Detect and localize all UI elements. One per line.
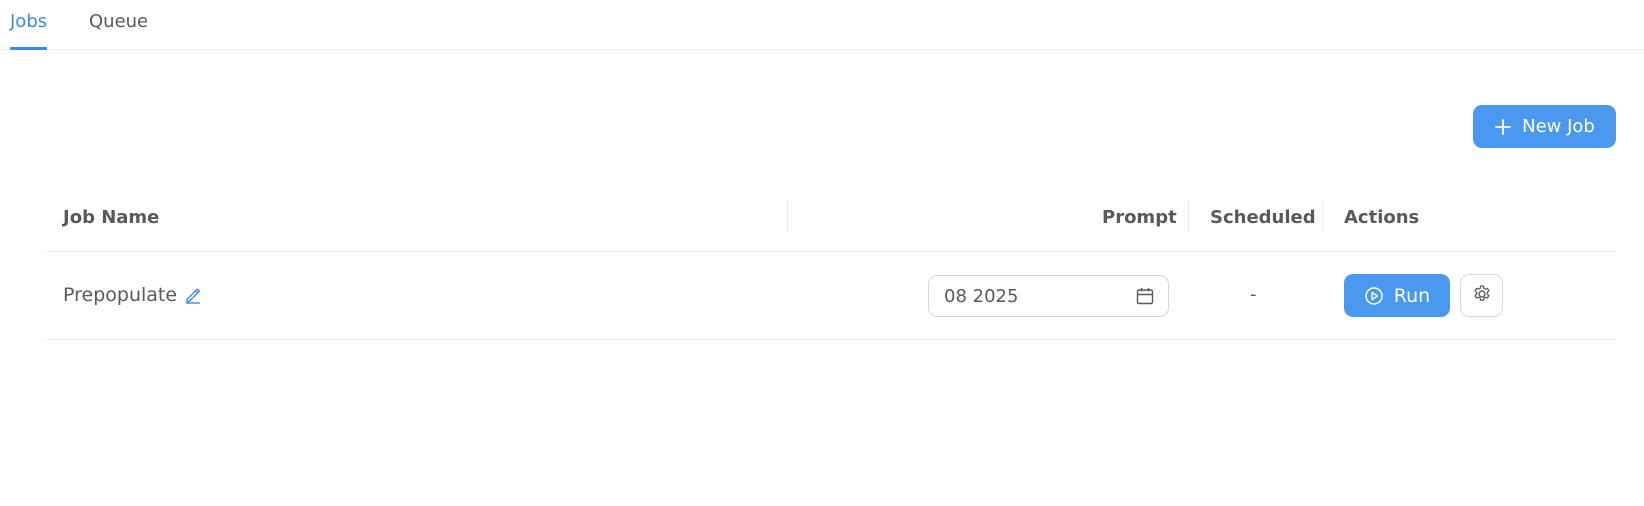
column-separator	[1188, 200, 1189, 232]
column-separator	[787, 200, 788, 232]
pencil-icon[interactable]	[184, 286, 202, 304]
column-header-prompt: Prompt	[1102, 207, 1177, 228]
column-header-job-name: Job Name	[63, 207, 160, 228]
plus-icon	[1494, 118, 1512, 136]
calendar-icon[interactable]	[1135, 286, 1155, 306]
prompt-date-picker[interactable]	[928, 275, 1169, 317]
active-tab-indicator	[10, 47, 47, 50]
tab-jobs[interactable]: Jobs	[10, 10, 47, 34]
run-button[interactable]: Run	[1344, 274, 1450, 317]
gear-icon	[1472, 284, 1492, 307]
play-circle-icon	[1364, 286, 1384, 306]
column-header-actions: Actions	[1344, 207, 1420, 228]
job-name-text: Prepopulate	[63, 284, 178, 306]
column-header-scheduled: Scheduled	[1210, 207, 1316, 228]
tab-bar: Jobs Queue	[0, 0, 1644, 50]
scheduled-value: -	[1250, 284, 1257, 305]
table-header: Job Name Prompt Scheduled Actions	[42, 190, 1616, 252]
prompt-date-input[interactable]	[944, 285, 1134, 307]
table-row: Prepopulate - Run	[42, 252, 1616, 340]
run-label: Run	[1393, 284, 1431, 307]
tab-queue[interactable]: Queue	[89, 10, 148, 34]
new-job-label: New Job	[1522, 116, 1595, 137]
column-separator	[1322, 200, 1323, 232]
job-name-cell: Prepopulate	[63, 283, 202, 307]
settings-button[interactable]	[1460, 274, 1503, 317]
new-job-button[interactable]: New Job	[1473, 105, 1616, 148]
